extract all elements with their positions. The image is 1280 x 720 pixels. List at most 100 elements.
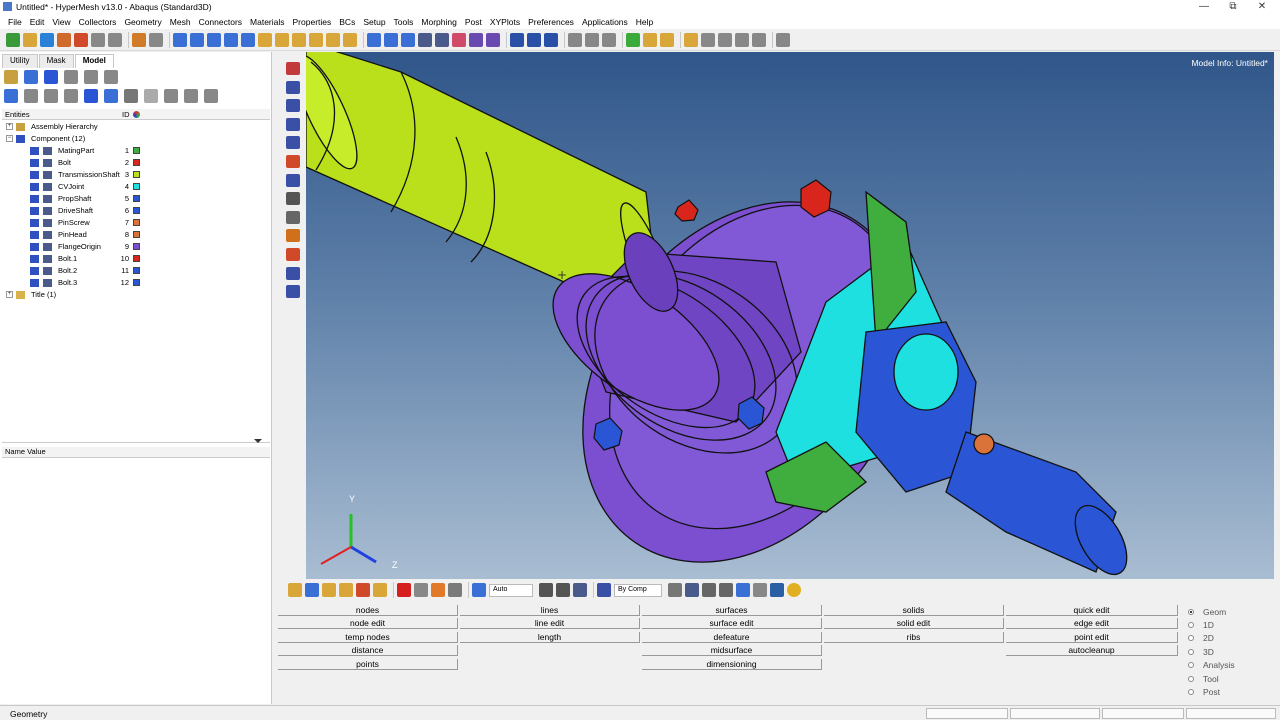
- selection-mode-dropdown[interactable]: Auto: [489, 583, 533, 597]
- layout-icon[interactable]: [776, 32, 790, 47]
- table-row[interactable]: Bolt 2: [2, 157, 270, 169]
- expand-icon[interactable]: +: [6, 291, 13, 298]
- line-edit-button[interactable]: line edit: [460, 618, 640, 630]
- tab-model[interactable]: Model: [74, 54, 114, 68]
- monitor-icon[interactable]: [770, 583, 784, 597]
- menu-materials[interactable]: Materials: [246, 17, 288, 27]
- rotate-z-icon[interactable]: [286, 173, 300, 187]
- solid-edit-button[interactable]: solid edit: [824, 618, 1004, 630]
- menu-post[interactable]: Post: [461, 17, 486, 27]
- distance-button[interactable]: distance: [278, 645, 458, 657]
- component-color-swatch[interactable]: [133, 243, 140, 250]
- favorites-star-icon[interactable]: [787, 583, 801, 597]
- check-1-icon[interactable]: [626, 32, 640, 47]
- tree-row-component[interactable]: − Component (12): [2, 133, 270, 145]
- node-6-icon[interactable]: [343, 32, 357, 47]
- clip-icon[interactable]: [286, 248, 300, 261]
- menu-morphing[interactable]: Morphing: [417, 17, 460, 27]
- page-1-icon[interactable]: [568, 32, 582, 47]
- save-icon[interactable]: [305, 583, 319, 597]
- view-4-icon[interactable]: [286, 266, 300, 280]
- show-all-icon[interactable]: [104, 89, 118, 103]
- view-front-icon[interactable]: [286, 80, 300, 94]
- table-row[interactable]: Bolt.2 11: [2, 265, 270, 277]
- component-color-swatch[interactable]: [133, 183, 140, 190]
- expand-icon[interactable]: +: [6, 123, 13, 130]
- shaded-view-icon[interactable]: [573, 583, 587, 597]
- sum-icon[interactable]: [527, 32, 541, 47]
- component-table-icon[interactable]: [24, 70, 38, 84]
- rotate-icon[interactable]: [224, 32, 238, 47]
- import-icon[interactable]: [57, 32, 71, 47]
- rotate-icon[interactable]: [556, 583, 570, 597]
- menu-tools[interactable]: Tools: [390, 17, 418, 27]
- reverse-icon[interactable]: [144, 89, 158, 103]
- box-icon[interactable]: [418, 32, 432, 47]
- tab-utility[interactable]: Utility: [2, 54, 38, 68]
- measure-icon[interactable]: [510, 32, 524, 47]
- menu-setup[interactable]: Setup: [359, 17, 389, 27]
- show-icon[interactable]: [184, 89, 198, 103]
- ribs-button[interactable]: ribs: [824, 631, 1004, 643]
- mode-tool[interactable]: Tool: [1188, 672, 1235, 685]
- fit-icon[interactable]: [241, 32, 255, 47]
- node-5-icon[interactable]: [326, 32, 340, 47]
- radio-button[interactable]: [1188, 648, 1194, 655]
- radio-button[interactable]: [1188, 635, 1194, 642]
- collapse-icon[interactable]: −: [6, 135, 13, 142]
- color-column-icon[interactable]: [133, 111, 140, 118]
- node-3-icon[interactable]: [292, 32, 306, 47]
- find-icon[interactable]: [204, 89, 218, 103]
- color-mode-dropdown[interactable]: By Comp: [614, 583, 662, 597]
- radio-button[interactable]: [1188, 608, 1194, 615]
- autocleanup-button[interactable]: autocleanup: [1006, 645, 1178, 657]
- table-row[interactable]: PinHead 8: [2, 229, 270, 241]
- run-icon[interactable]: [373, 583, 387, 597]
- close-button[interactable]: ✕: [1244, 0, 1280, 14]
- new-assembly-icon[interactable]: [4, 70, 18, 84]
- user-profile-icon[interactable]: [132, 32, 146, 47]
- component-color-swatch[interactable]: [133, 195, 140, 202]
- cylinder-icon[interactable]: [401, 32, 415, 47]
- menu-help[interactable]: Help: [632, 17, 657, 27]
- table-row[interactable]: TransmissionShaft 3: [2, 169, 270, 181]
- solver-icon[interactable]: [356, 583, 370, 597]
- mask-icon[interactable]: [414, 583, 428, 597]
- component-color-swatch[interactable]: [133, 255, 140, 262]
- find-icon[interactable]: [431, 583, 445, 597]
- radio-button[interactable]: [1188, 662, 1194, 669]
- geometry-style-icon[interactable]: [719, 583, 733, 597]
- surfaces-button[interactable]: surfaces: [642, 605, 822, 616]
- wire-icon[interactable]: [486, 32, 500, 47]
- element-view-icon[interactable]: [685, 583, 699, 597]
- view-5-icon[interactable]: [286, 285, 300, 299]
- zoom-icon[interactable]: [173, 32, 187, 47]
- entity-labels-icon[interactable]: [286, 210, 300, 224]
- mode-post[interactable]: Post: [1188, 685, 1235, 698]
- page-2-icon[interactable]: [585, 32, 599, 47]
- display-options-icon[interactable]: [4, 89, 18, 103]
- check-2-icon[interactable]: [643, 32, 657, 47]
- entities-column-header[interactable]: Entities: [5, 110, 30, 119]
- undo-icon[interactable]: [91, 32, 105, 47]
- import-icon[interactable]: [322, 583, 336, 597]
- point-edit-button[interactable]: point edit: [1006, 631, 1178, 643]
- component-color-swatch[interactable]: [133, 219, 140, 226]
- numbering-icon[interactable]: [286, 192, 300, 206]
- tree-row-assembly[interactable]: + Assembly Hierarchy: [2, 121, 270, 133]
- nodes-button[interactable]: nodes: [278, 605, 458, 616]
- menu-properties[interactable]: Properties: [289, 17, 336, 27]
- view-table-icon[interactable]: [104, 70, 118, 84]
- open-icon[interactable]: [288, 583, 302, 597]
- menu-edit[interactable]: Edit: [26, 17, 49, 27]
- node-edit-button[interactable]: node edit: [278, 618, 458, 630]
- shaded-icon[interactable]: [452, 32, 466, 47]
- edge-edit-button[interactable]: edge edit: [1006, 618, 1178, 630]
- solids-button[interactable]: solids: [824, 605, 1004, 616]
- tab-mask[interactable]: Mask: [38, 54, 74, 68]
- table-row[interactable]: CVJoint 4: [2, 181, 270, 193]
- menu-preferences[interactable]: Preferences: [524, 17, 578, 27]
- export-icon[interactable]: [339, 583, 353, 597]
- model-render[interactable]: Y Z +: [306, 52, 1274, 579]
- rotate-view-icon[interactable]: [286, 155, 300, 168]
